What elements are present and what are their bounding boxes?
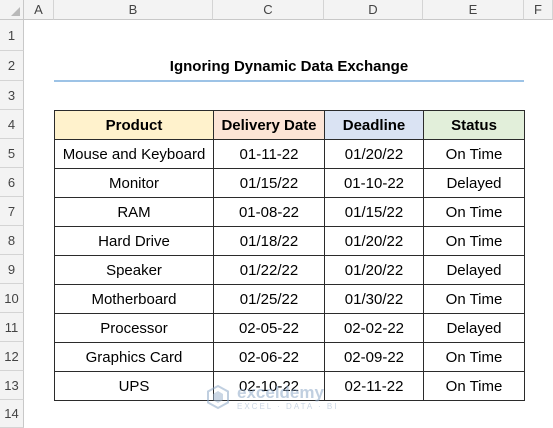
cell-deadline[interactable]: 02-11-22 bbox=[324, 371, 424, 401]
cell-product[interactable]: RAM bbox=[54, 197, 214, 227]
cell-status[interactable]: On Time bbox=[423, 226, 525, 256]
row-header-6[interactable]: 6 bbox=[0, 168, 24, 197]
column-header-d[interactable]: D bbox=[324, 0, 423, 20]
cell-product[interactable]: Motherboard bbox=[54, 284, 214, 314]
cell-status[interactable]: Delayed bbox=[423, 313, 525, 343]
column-header-a[interactable]: A bbox=[24, 0, 54, 20]
cell-product[interactable]: Hard Drive bbox=[54, 226, 214, 256]
row-header-5[interactable]: 5 bbox=[0, 139, 24, 168]
row-header-9[interactable]: 9 bbox=[0, 255, 24, 284]
cell-delivery-date[interactable]: 01-11-22 bbox=[213, 139, 325, 169]
cell-deadline[interactable]: 01-10-22 bbox=[324, 168, 424, 198]
cell-deadline[interactable]: 02-02-22 bbox=[324, 313, 424, 343]
cell-deadline[interactable]: 01/20/22 bbox=[324, 139, 424, 169]
row-header-2[interactable]: 2 bbox=[0, 51, 24, 81]
table-row: Mouse and Keyboard 01-11-22 01/20/22 On … bbox=[54, 139, 525, 169]
column-header-b[interactable]: B bbox=[54, 0, 213, 20]
table-row: Speaker 01/22/22 01/20/22 Delayed bbox=[54, 255, 525, 285]
row-header-14[interactable]: 14 bbox=[0, 400, 24, 428]
header-product[interactable]: Product bbox=[54, 110, 214, 140]
header-deadline[interactable]: Deadline bbox=[324, 110, 424, 140]
sheet-title[interactable]: Ignoring Dynamic Data Exchange bbox=[54, 52, 524, 80]
cell-delivery-date[interactable]: 01/15/22 bbox=[213, 168, 325, 198]
column-header-e[interactable]: E bbox=[423, 0, 524, 20]
cell-delivery-date[interactable]: 01/18/22 bbox=[213, 226, 325, 256]
row-header-12[interactable]: 12 bbox=[0, 342, 24, 371]
cell-status[interactable]: On Time bbox=[423, 371, 525, 401]
column-header-f[interactable]: F bbox=[524, 0, 553, 20]
table-row: Motherboard 01/25/22 01/30/22 On Time bbox=[54, 284, 525, 314]
column-header-c[interactable]: C bbox=[213, 0, 324, 20]
title-underline bbox=[54, 80, 524, 82]
cell-delivery-date[interactable]: 02-06-22 bbox=[213, 342, 325, 372]
header-delivery-date[interactable]: Delivery Date bbox=[213, 110, 325, 140]
table-row: UPS 02-10-22 02-11-22 On Time bbox=[54, 371, 525, 401]
table-row: Hard Drive 01/18/22 01/20/22 On Time bbox=[54, 226, 525, 256]
select-all-button[interactable] bbox=[0, 0, 24, 20]
row-header-11[interactable]: 11 bbox=[0, 313, 24, 342]
cell-deadline[interactable]: 01/30/22 bbox=[324, 284, 424, 314]
cell-deadline[interactable]: 01/15/22 bbox=[324, 197, 424, 227]
cell-deadline[interactable]: 01/20/22 bbox=[324, 226, 424, 256]
spreadsheet: A B C D E F 1 2 3 4 5 6 7 8 9 10 11 12 1… bbox=[0, 0, 553, 428]
table-header-row: Product Delivery Date Deadline Status bbox=[54, 110, 525, 140]
table-row: Monitor 01/15/22 01-10-22 Delayed bbox=[54, 168, 525, 198]
row-header-3[interactable]: 3 bbox=[0, 81, 24, 110]
delivery-status-table: Product Delivery Date Deadline Status Mo… bbox=[54, 110, 525, 401]
row-header-8[interactable]: 8 bbox=[0, 226, 24, 255]
row-header-10[interactable]: 10 bbox=[0, 284, 24, 313]
header-status[interactable]: Status bbox=[423, 110, 525, 140]
table-row: Graphics Card 02-06-22 02-09-22 On Time bbox=[54, 342, 525, 372]
cell-status[interactable]: On Time bbox=[423, 197, 525, 227]
select-all-triangle-icon bbox=[11, 7, 20, 16]
watermark-tagline: EXCEL · DATA · BI bbox=[237, 401, 339, 411]
row-header-1[interactable]: 1 bbox=[0, 20, 24, 51]
cell-status[interactable]: Delayed bbox=[423, 255, 525, 285]
cell-status[interactable]: On Time bbox=[423, 342, 525, 372]
row-header-13[interactable]: 13 bbox=[0, 371, 24, 400]
table-row: RAM 01-08-22 01/15/22 On Time bbox=[54, 197, 525, 227]
cell-delivery-date[interactable]: 01/25/22 bbox=[213, 284, 325, 314]
cell-status[interactable]: Delayed bbox=[423, 168, 525, 198]
cell-delivery-date[interactable]: 02-05-22 bbox=[213, 313, 325, 343]
cell-status[interactable]: On Time bbox=[423, 139, 525, 169]
cell-product[interactable]: Monitor bbox=[54, 168, 214, 198]
row-header-4[interactable]: 4 bbox=[0, 110, 24, 139]
cell-product[interactable]: Mouse and Keyboard bbox=[54, 139, 214, 169]
cell-product[interactable]: UPS bbox=[54, 371, 214, 401]
cell-delivery-date[interactable]: 02-10-22 bbox=[213, 371, 325, 401]
cell-delivery-date[interactable]: 01-08-22 bbox=[213, 197, 325, 227]
cell-deadline[interactable]: 01/20/22 bbox=[324, 255, 424, 285]
table-row: Processor 02-05-22 02-02-22 Delayed bbox=[54, 313, 525, 343]
cell-status[interactable]: On Time bbox=[423, 284, 525, 314]
cell-product[interactable]: Speaker bbox=[54, 255, 214, 285]
cell-product[interactable]: Processor bbox=[54, 313, 214, 343]
cell-deadline[interactable]: 02-09-22 bbox=[324, 342, 424, 372]
cell-delivery-date[interactable]: 01/22/22 bbox=[213, 255, 325, 285]
row-header-7[interactable]: 7 bbox=[0, 197, 24, 226]
cell-product[interactable]: Graphics Card bbox=[54, 342, 214, 372]
